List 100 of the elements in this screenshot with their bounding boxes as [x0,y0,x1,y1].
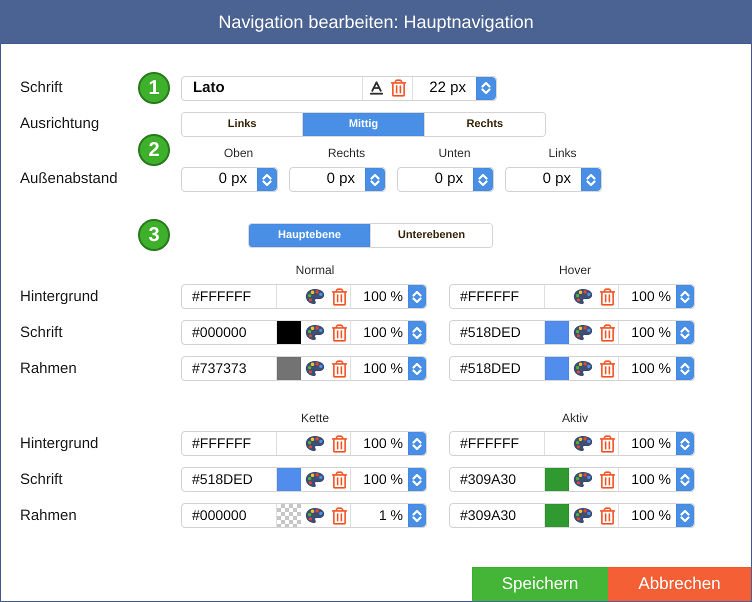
opacity-field[interactable]: 100 % [351,321,408,344]
stepper-button[interactable] [408,285,426,308]
column-heading: Links [548,145,576,162]
opacity-field[interactable]: 100 % [351,285,408,308]
column-heading: Hover [558,262,591,279]
stepper-button[interactable] [257,168,277,191]
column-heading: Unten [438,145,471,162]
palette-icon[interactable] [573,471,593,488]
trash-icon[interactable] [600,506,615,524]
font-size-field[interactable]: 22 px [413,76,476,100]
row-label: Rahmen [20,360,77,376]
stepper-button[interactable] [408,321,426,344]
trash-icon[interactable] [332,288,347,306]
palette-icon[interactable] [305,435,325,452]
trash-icon[interactable] [600,324,615,342]
stepper-button[interactable] [365,168,385,191]
row-label: Hintergrund [20,434,98,452]
trash-icon[interactable] [391,79,406,97]
up-down-icon [478,172,488,186]
stepper-button[interactable] [676,357,694,380]
up-down-icon [262,172,272,186]
row-label: Außenabstand [20,169,118,190]
window-title: Navigation bearbeiten: Hauptnavigation [218,10,534,34]
up-down-icon [680,472,690,486]
trash-icon[interactable] [600,470,615,488]
up-down-icon [680,290,690,304]
palette-icon[interactable] [573,324,593,341]
stepper-button[interactable] [676,432,694,455]
opacity-field[interactable]: 1 % [351,504,408,527]
segment-tab[interactable]: Unterebenen [370,224,492,246]
hex-field[interactable]: #FFFFFF [182,285,277,308]
up-down-icon [481,81,491,95]
up-down-icon [412,436,422,450]
row-label: Schrift [20,324,63,340]
row-label: Rahmen [20,506,77,524]
up-down-icon [586,172,596,186]
column-heading: Kette [300,410,330,427]
trash-icon[interactable] [332,324,347,342]
column-heading: Oben [224,145,254,162]
trash-icon[interactable] [600,288,615,306]
stepper-button[interactable] [408,504,426,527]
opacity-field[interactable]: 100 % [619,321,676,344]
row-label: Schrift [20,79,63,96]
step-number: 2 [138,134,170,166]
stepper-button[interactable] [473,168,493,191]
trash-icon[interactable] [600,360,615,378]
stepper-button[interactable] [408,468,426,491]
opacity-field[interactable]: 100 % [351,357,408,380]
stepper-button[interactable] [676,321,694,344]
opacity-field[interactable]: 100 % [619,432,676,455]
hex-field[interactable]: #FFFFFF [450,285,545,308]
up-down-icon [680,326,690,340]
underlined-a-icon[interactable] [368,79,385,97]
palette-icon[interactable] [573,288,593,305]
row-label: Hintergrund [20,288,98,304]
margin-field[interactable]: 0 px [290,168,365,191]
margin-field[interactable]: 0 px [398,168,473,191]
opacity-field[interactable]: 100 % [351,468,408,491]
segment-tab[interactable]: Rechts [424,112,545,136]
column-heading: Normal [296,262,334,279]
trash-icon[interactable] [332,470,347,488]
row-label: Schrift [20,470,63,488]
palette-icon[interactable] [573,360,593,377]
opacity-field[interactable]: 100 % [619,504,676,527]
palette-icon[interactable] [305,324,325,341]
palette-icon[interactable] [305,471,325,488]
palette-icon[interactable] [305,288,325,305]
font-family-field[interactable]: Lato [182,76,363,100]
margin-field[interactable]: 0 px [182,168,257,191]
row-label: Ausrichtung [20,115,100,132]
up-down-icon [680,362,690,376]
trash-icon[interactable] [332,434,347,452]
palette-icon[interactable] [305,360,325,377]
hex-field[interactable]: #FFFFFF [182,432,277,455]
opacity-field[interactable]: 100 % [619,357,676,380]
palette-icon[interactable] [573,435,593,452]
stepper-button[interactable] [676,504,694,527]
up-down-icon [412,472,422,486]
stepper-button[interactable] [676,285,694,308]
margin-field[interactable]: 0 px [506,168,581,191]
stepper-button[interactable] [676,468,694,491]
opacity-field[interactable]: 100 % [619,468,676,491]
trash-icon[interactable] [600,434,615,452]
trash-icon[interactable] [332,360,347,378]
stepper-button[interactable] [408,432,426,455]
up-down-icon [412,362,422,376]
palette-icon[interactable] [573,507,593,524]
column-heading: Rechts [328,145,366,162]
up-down-icon [412,508,422,522]
up-down-icon [680,436,690,450]
stepper-button[interactable] [476,76,496,100]
up-down-icon [412,326,422,340]
trash-icon[interactable] [332,506,347,524]
opacity-field[interactable]: 100 % [619,285,676,308]
hex-field[interactable]: #FFFFFF [450,432,545,455]
opacity-field[interactable]: 100 % [351,432,408,455]
stepper-button[interactable] [408,357,426,380]
palette-icon[interactable] [305,507,325,524]
stepper-button[interactable] [581,168,601,191]
step-number: 1 [138,72,170,104]
